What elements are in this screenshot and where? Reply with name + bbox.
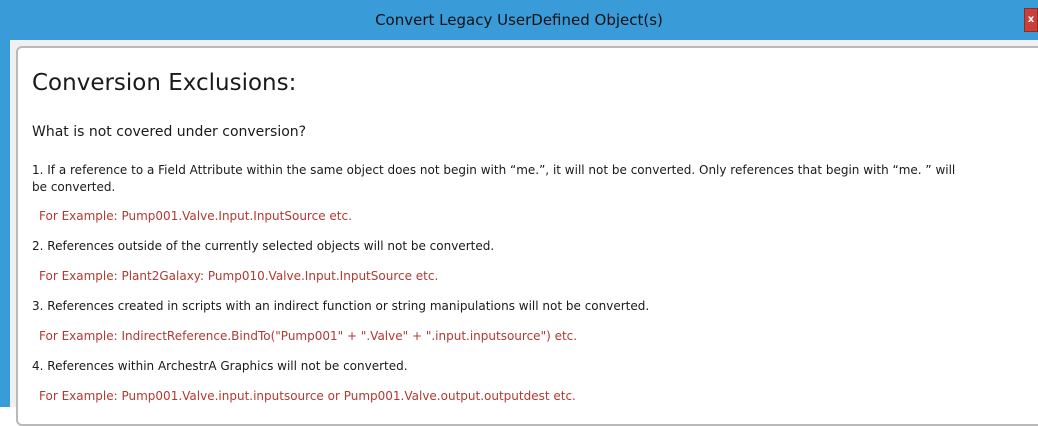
exclusion-item-2-text: 2. References outside of the currently s… [32, 239, 495, 253]
dialog-window: Convert Legacy UserDefined Object(s) x C… [0, 0, 1038, 426]
dialog-client-area: Conversion Exclusions: What is not cover… [10, 40, 1038, 426]
section-question: What is not covered under conversion? [32, 124, 307, 140]
exclusion-item-3-text: 3. References created in scripts with an… [32, 299, 650, 313]
close-button[interactable]: x [1024, 8, 1038, 32]
window-title: Convert Legacy UserDefined Object(s) [375, 11, 663, 29]
title-bar[interactable]: Convert Legacy UserDefined Object(s) x [0, 0, 1038, 40]
content-panel: Conversion Exclusions: What is not cover… [16, 46, 1038, 426]
exclusion-item-1-example: For Example: Pump001.Valve.Input.InputSo… [39, 209, 352, 223]
exclusion-item-1-text-continued: be converted. [32, 180, 116, 194]
exclusion-item-4-text: 4. References within ArchestrA Graphics … [32, 359, 408, 373]
close-icon: x [1027, 14, 1035, 25]
exclusion-item-2-example: For Example: Plant2Galaxy: Pump010.Valve… [39, 269, 439, 283]
page-title: Conversion Exclusions: [32, 70, 297, 96]
exclusion-item-4-example: For Example: Pump001.Valve.input.inputso… [39, 389, 576, 403]
exclusion-item-1-text: 1. If a reference to a Field Attribute w… [32, 163, 956, 177]
exclusion-item-3-example: For Example: IndirectReference.BindTo("P… [39, 329, 578, 343]
